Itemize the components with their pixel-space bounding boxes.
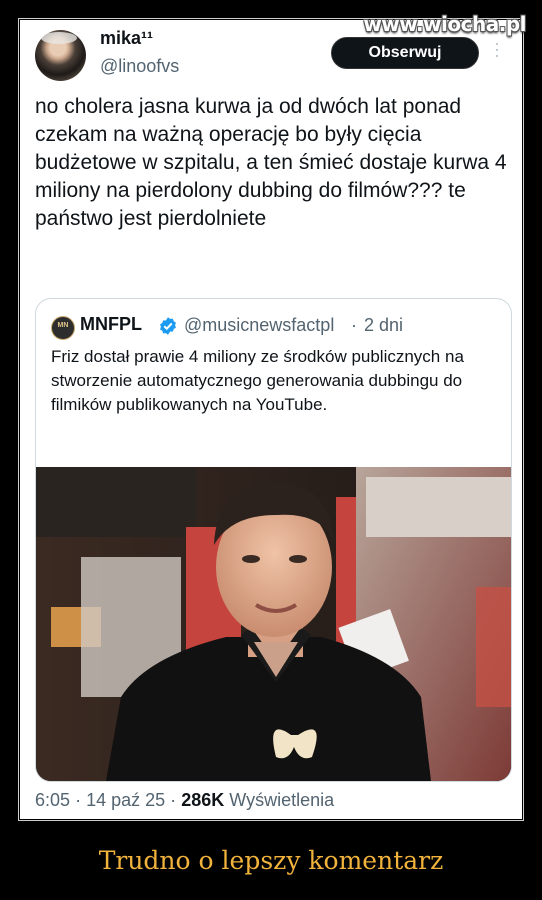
quoted-separator: · <box>351 315 357 335</box>
quoted-tweet-photo[interactable] <box>36 467 511 781</box>
quoted-author-handle[interactable]: @musicnewsfactpl <box>184 315 334 336</box>
photo-content <box>36 467 511 781</box>
meta-separator: · <box>75 790 82 810</box>
quoted-tweet[interactable]: MNFPL @musicnewsfactpl · 2 dni Friz dost… <box>35 298 512 782</box>
caption-title: Trudno o lepszy komentarz <box>98 846 444 875</box>
tweet-card: mika¹¹ @linoofvs Obserwuj · · · no cholera… <box>20 20 522 819</box>
verified-badge-icon <box>160 317 176 335</box>
tweet-date[interactable]: 14 paź 25 <box>86 790 165 810</box>
more-vertical-icon[interactable]: · · · <box>494 34 500 64</box>
quoted-timestamp[interactable]: 2 dni <box>364 315 403 336</box>
author-handle[interactable]: @linoofvs <box>100 56 179 77</box>
meta-separator: · <box>170 790 177 810</box>
watermark-logo: www.wiocha.pl <box>363 12 526 36</box>
views-count: 286K <box>181 790 225 810</box>
views-label: Wyświetlenia <box>229 790 335 810</box>
tweet-text: no cholera jasna kurwa ja od dwóch lat p… <box>35 95 507 230</box>
tweet-time[interactable]: 6:05 <box>35 790 70 810</box>
follow-button[interactable]: Obserwuj <box>331 37 479 69</box>
tweet-meta: 6:05 · 14 paź 25 · 286K Wyświetlenia <box>35 790 334 811</box>
quoted-author-avatar[interactable] <box>51 316 75 340</box>
author-name[interactable]: mika¹¹ <box>100 28 153 49</box>
author-avatar[interactable] <box>35 30 86 81</box>
quoted-tweet-text: Friz dostał prawie 4 miliony ze środków … <box>51 347 464 414</box>
quoted-author-name[interactable]: MNFPL <box>80 314 142 335</box>
